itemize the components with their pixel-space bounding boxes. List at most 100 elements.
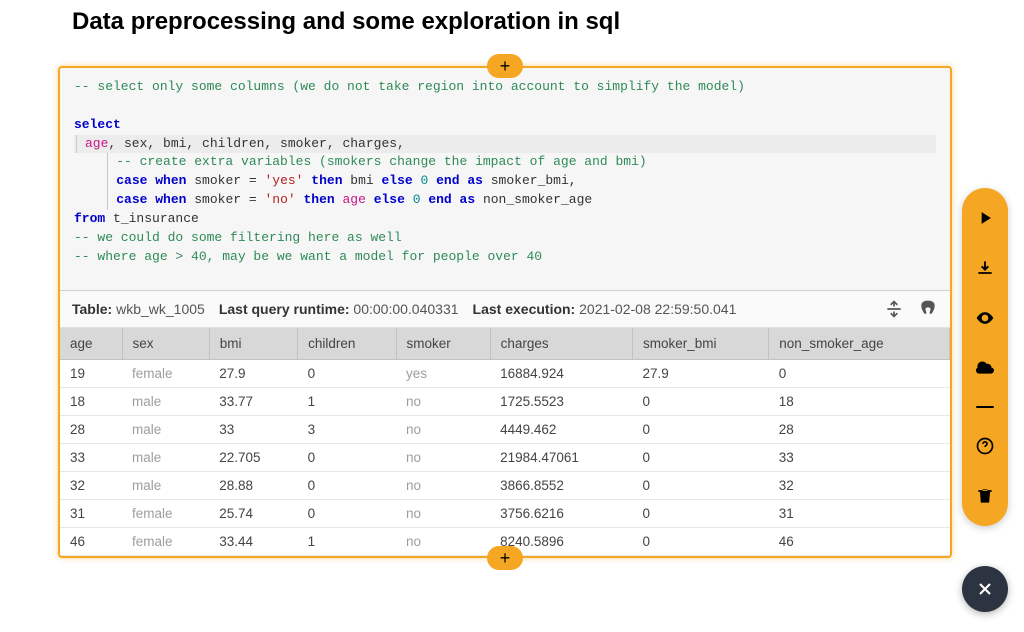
postgres-icon[interactable]	[918, 299, 938, 319]
table-cell: 0	[298, 360, 396, 388]
table-cell: 0	[298, 500, 396, 528]
meta-table-label: Table:	[72, 301, 112, 317]
keyword-from: from	[74, 211, 105, 226]
table-cell: 25.74	[209, 500, 297, 528]
sql-cell: -- select only some columns (we do not t…	[58, 66, 952, 558]
table-cell: 4449.462	[490, 416, 632, 444]
table-cell: 46	[769, 528, 950, 556]
table-cell: 28.88	[209, 472, 297, 500]
table-cell: male	[122, 444, 209, 472]
table-cell: 18	[769, 388, 950, 416]
keyword-select: select	[74, 117, 121, 132]
table-cell: female	[122, 528, 209, 556]
run-button[interactable]	[973, 206, 997, 230]
table-cell: 1	[298, 388, 396, 416]
table-row: 33male22.7050no21984.47061033	[60, 444, 950, 472]
table-cell: 31	[769, 500, 950, 528]
table-cell: no	[396, 388, 490, 416]
code-comment: -- where age > 40, may be we want a mode…	[74, 249, 542, 264]
table-cell: 0	[298, 444, 396, 472]
table-cell: 0	[769, 360, 950, 388]
table-cell: 0	[633, 528, 769, 556]
table-row: 32male28.880no3866.8552032	[60, 472, 950, 500]
table-row: 31female25.740no3756.6216031	[60, 500, 950, 528]
table-cell: female	[122, 500, 209, 528]
table-cell: 27.9	[633, 360, 769, 388]
table-cell: 33.77	[209, 388, 297, 416]
column-header[interactable]: sex	[122, 328, 209, 360]
table-cell: 27.9	[209, 360, 297, 388]
column-header[interactable]: children	[298, 328, 396, 360]
table-cell: male	[122, 388, 209, 416]
table-cell: 28	[60, 416, 122, 444]
column-header[interactable]: non_smoker_age	[769, 328, 950, 360]
table-cell: 33	[769, 444, 950, 472]
add-cell-above-button[interactable]: +	[487, 54, 523, 78]
delete-button[interactable]	[973, 484, 997, 508]
table-cell: 46	[60, 528, 122, 556]
table-cell: no	[396, 528, 490, 556]
meta-runtime-value: 00:00:00.040331	[353, 301, 458, 317]
table-cell: 22.705	[209, 444, 297, 472]
table-cell: no	[396, 472, 490, 500]
table-cell: no	[396, 444, 490, 472]
help-button[interactable]	[973, 434, 997, 458]
table-row: 19female27.90yes16884.92427.90	[60, 360, 950, 388]
table-row: 18male33.771no1725.5523018	[60, 388, 950, 416]
table-cell: 0	[633, 444, 769, 472]
meta-exec-label: Last execution:	[473, 301, 576, 317]
column-header[interactable]: charges	[490, 328, 632, 360]
right-toolbar	[962, 188, 1008, 526]
table-body: 19female27.90yes16884.92427.9018male33.7…	[60, 360, 950, 556]
table-row: 28male333no4449.462028	[60, 416, 950, 444]
table-cell: 28	[769, 416, 950, 444]
download-button[interactable]	[973, 356, 997, 380]
code-comment: -- select only some columns (we do not t…	[74, 79, 745, 94]
table-cell: no	[396, 500, 490, 528]
col-age: age	[85, 136, 108, 151]
table-cell: 0	[298, 472, 396, 500]
toolbar-divider	[976, 406, 994, 408]
table-cell: 0	[633, 500, 769, 528]
close-fab-button[interactable]	[962, 566, 1008, 612]
table-cell: 1725.5523	[490, 388, 632, 416]
column-header[interactable]: smoker_bmi	[633, 328, 769, 360]
code-comment: -- we could do some filtering here as we…	[74, 230, 402, 245]
table-cell: female	[122, 360, 209, 388]
meta-runtime-label: Last query runtime:	[219, 301, 350, 317]
table-cell: 33	[60, 444, 122, 472]
table-cell: male	[122, 472, 209, 500]
table-cell: no	[396, 416, 490, 444]
column-header[interactable]: bmi	[209, 328, 297, 360]
table-cell: male	[122, 416, 209, 444]
table-cell: 32	[769, 472, 950, 500]
code-comment: -- create extra variables (smokers chang…	[116, 154, 647, 169]
result-meta-bar: Table: wkb_wk_1005 Last query runtime: 0…	[60, 291, 950, 328]
cell-container: + -- select only some columns (we do not…	[58, 66, 952, 558]
export-button[interactable]	[973, 256, 997, 280]
preview-button[interactable]	[973, 306, 997, 330]
expand-collapse-icon[interactable]	[884, 299, 904, 319]
column-header[interactable]: age	[60, 328, 122, 360]
table-cell: 32	[60, 472, 122, 500]
result-table: agesexbmichildrensmokerchargessmoker_bmi…	[60, 328, 950, 556]
table-cell: 0	[633, 472, 769, 500]
table-cell: 19	[60, 360, 122, 388]
table-cell: 3756.6216	[490, 500, 632, 528]
code-editor[interactable]: -- select only some columns (we do not t…	[60, 68, 950, 291]
table-cell: 33	[209, 416, 297, 444]
table-cell: 21984.47061	[490, 444, 632, 472]
table-cell: 3866.8552	[490, 472, 632, 500]
meta-table-name: wkb_wk_1005	[116, 301, 205, 317]
page-title: Data preprocessing and some exploration …	[72, 8, 1024, 36]
add-cell-below-button[interactable]: +	[487, 546, 523, 570]
meta-exec-value: 2021-02-08 22:59:50.041	[579, 301, 736, 317]
column-header[interactable]: smoker	[396, 328, 490, 360]
table-cell: 31	[60, 500, 122, 528]
table-cell: 16884.924	[490, 360, 632, 388]
table-cell: 3	[298, 416, 396, 444]
table-header: agesexbmichildrensmokerchargessmoker_bmi…	[60, 328, 950, 360]
table-cell: 0	[633, 416, 769, 444]
table-cell: 1	[298, 528, 396, 556]
table-cell: yes	[396, 360, 490, 388]
